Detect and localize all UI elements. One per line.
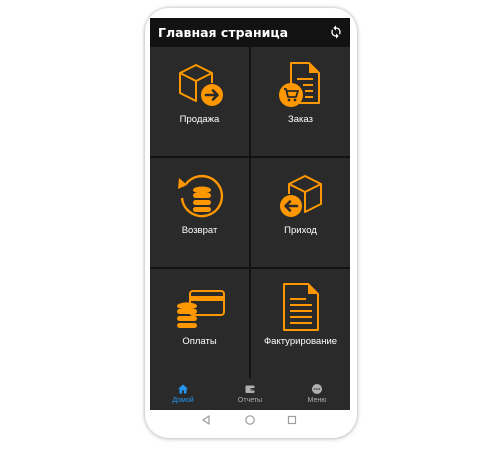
coins-return-icon	[178, 174, 224, 218]
tile-return[interactable]: Возврат	[150, 158, 249, 267]
nav-label: Отчеты	[237, 397, 263, 404]
box-arrow-in-icon	[280, 175, 322, 217]
tile-label: Продажа	[179, 114, 220, 125]
action-grid: Продажа Заказ Возврат Приход Оплаты Факт…	[150, 47, 350, 378]
tile-order[interactable]: Заказ	[251, 47, 350, 156]
tile-label: Фактурирование	[263, 336, 338, 347]
nav-menu[interactable]: Меню	[284, 378, 350, 410]
tile-label: Приход	[284, 225, 317, 236]
wallet-icon	[245, 385, 255, 393]
tile-receipt[interactable]: Приход	[251, 158, 350, 267]
recents-icon[interactable]	[286, 414, 298, 426]
bottom-navigation: Домой Отчеты Меню	[150, 378, 350, 410]
system-navigation-bar	[150, 410, 350, 430]
invoice-document-icon	[283, 283, 319, 331]
box-arrow-out-icon	[179, 64, 223, 106]
app-screen: Главная страница Продажа Заказ Возврат П…	[150, 18, 350, 410]
card-coins-icon	[177, 290, 225, 328]
home-circle-icon[interactable]	[244, 414, 256, 426]
nav-home[interactable]: Домой	[150, 378, 216, 410]
more-dots-icon	[312, 384, 322, 394]
nav-label: Меню	[307, 397, 327, 404]
tile-sale[interactable]: Продажа	[150, 47, 249, 156]
refresh-icon[interactable]	[328, 24, 344, 40]
home-icon	[178, 384, 188, 394]
tile-label: Оплаты	[182, 336, 217, 347]
nav-reports[interactable]: Отчеты	[217, 378, 283, 410]
nav-label: Домой	[172, 397, 194, 404]
tile-label: Возврат	[181, 225, 218, 236]
tile-payments[interactable]: Оплаты	[150, 269, 249, 378]
tile-invoicing[interactable]: Фактурирование	[251, 269, 350, 378]
app-bar: Главная страница	[150, 18, 350, 46]
back-icon[interactable]	[200, 414, 212, 426]
tile-label: Заказ	[288, 114, 313, 125]
document-cart-icon	[279, 62, 320, 107]
page-title: Главная страница	[158, 25, 289, 40]
